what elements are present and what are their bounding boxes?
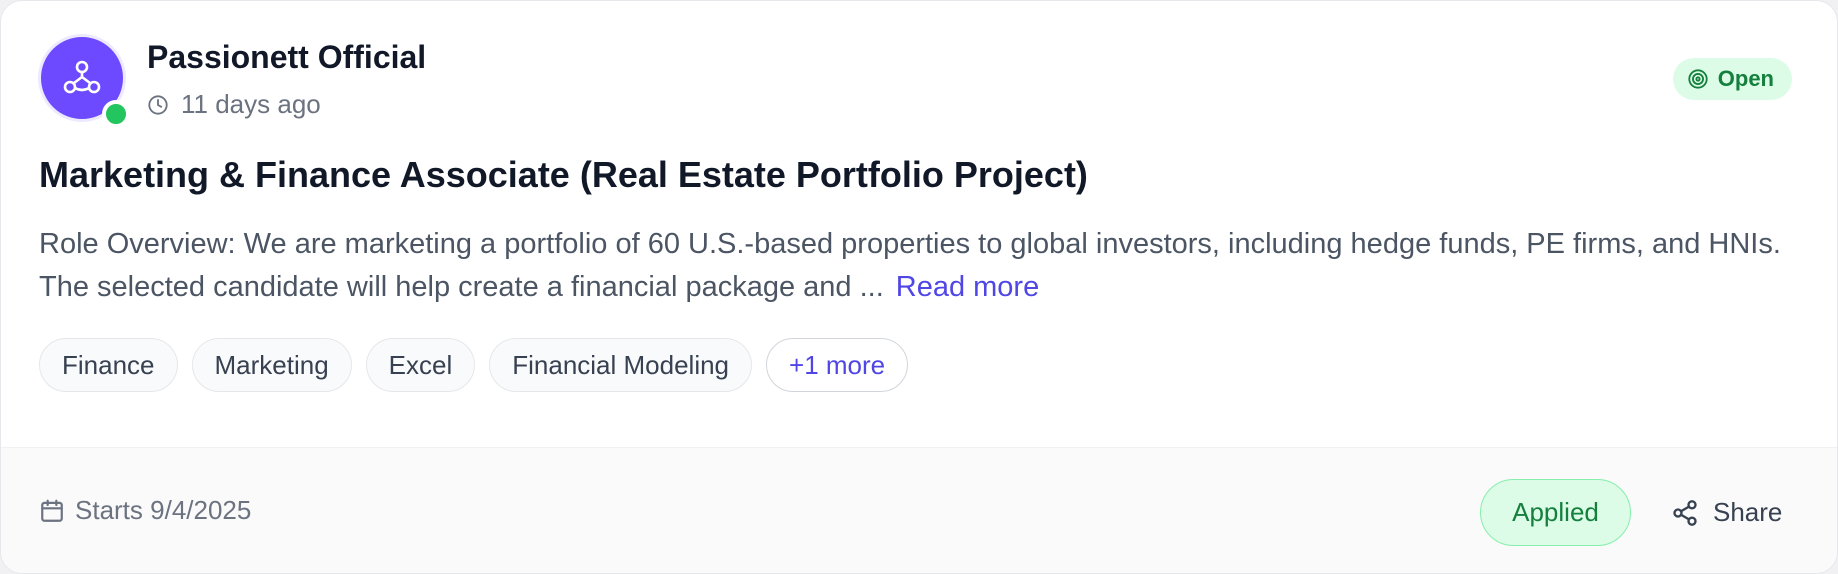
posted-time-label: 11 days ago (181, 89, 321, 119)
job-card-footer: Starts 9/4/2025 Applied Share (1, 447, 1837, 573)
calendar-icon (41, 499, 63, 522)
target-icon (1688, 69, 1708, 89)
share-icon (1673, 499, 1697, 526)
job-card[interactable]: Passionett Official 11 days ago Open Mar… (0, 0, 1838, 574)
job-title[interactable]: Marketing & Finance Associate (Real Esta… (39, 154, 1088, 196)
read-more-link[interactable]: Read more (896, 271, 1039, 303)
status-label: Open (1717, 66, 1774, 91)
organization-name[interactable]: Passionett Official (147, 39, 426, 76)
clock-icon (148, 94, 168, 115)
skill-tag: Finance (39, 338, 178, 392)
skill-tags: Finance Marketing Excel Financial Modeli… (39, 338, 909, 392)
skill-tag: Excel (365, 338, 476, 392)
status-badge: Open (1672, 58, 1792, 100)
share-button[interactable]: Share (1657, 479, 1796, 546)
posted-time: 11 days ago (147, 89, 321, 120)
more-tags-button[interactable]: +1 more (766, 338, 909, 392)
start-date-label: Starts 9/4/2025 (75, 495, 252, 525)
applied-button[interactable]: Applied (1480, 479, 1631, 546)
start-date: Starts 9/4/2025 (39, 495, 251, 526)
online-status-dot (102, 100, 130, 128)
people-network-icon (63, 60, 101, 94)
skill-tag: Financial Modeling (489, 338, 753, 392)
share-label: Share (1713, 497, 1783, 527)
job-card-body: Passionett Official 11 days ago Open Mar… (1, 1, 1837, 447)
skill-tag: Marketing (191, 338, 352, 392)
job-description: Role Overview: We are marketing a portfo… (39, 223, 1799, 309)
